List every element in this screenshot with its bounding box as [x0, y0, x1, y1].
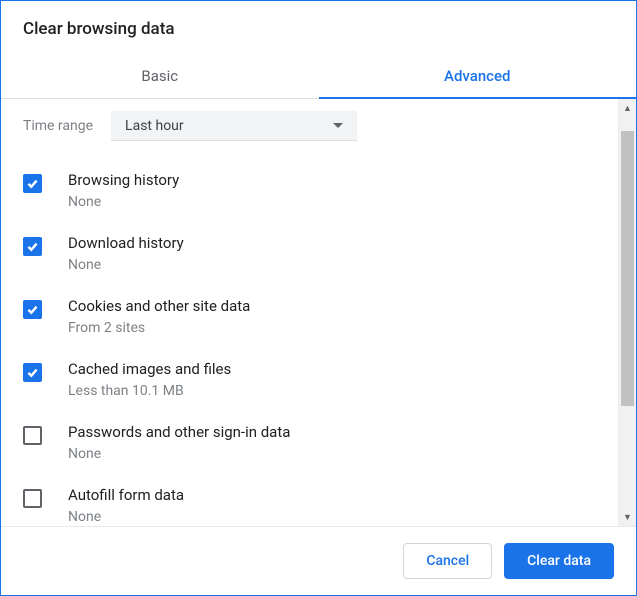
cancel-button-label: Cancel	[426, 553, 469, 569]
checkbox[interactable]	[23, 300, 42, 319]
list-item: Cached images and files Less than 10.1 MB	[23, 352, 618, 409]
item-sublabel: None	[68, 446, 290, 462]
item-texts: Browsing history None	[68, 171, 179, 210]
tab-advanced[interactable]: Advanced	[319, 55, 637, 98]
time-range-row: Time range Last hour	[23, 111, 618, 141]
data-type-list: Browsing history None Download history None…	[23, 163, 618, 526]
item-label: Browsing history	[68, 171, 179, 189]
tab-bar: Basic Advanced	[1, 55, 636, 99]
item-sublabel: None	[68, 194, 179, 210]
checkbox[interactable]	[23, 489, 42, 508]
item-texts: Cached images and files Less than 10.1 MB	[68, 360, 231, 399]
item-label: Passwords and other sign-in data	[68, 423, 290, 441]
dialog-header: Clear browsing data	[1, 1, 636, 55]
item-label: Download history	[68, 234, 184, 252]
item-sublabel: None	[68, 257, 184, 273]
clear-browsing-data-dialog: Clear browsing data Basic Advanced Time …	[0, 0, 637, 596]
list-item: Download history None	[23, 226, 618, 283]
time-range-select[interactable]: Last hour	[111, 111, 357, 141]
list-item: Passwords and other sign-in data None	[23, 415, 618, 472]
scroll-thumb[interactable]	[621, 131, 634, 406]
scroll-up-icon[interactable]: ▲	[619, 99, 636, 117]
clear-data-button-label: Clear data	[527, 553, 591, 569]
content-area: Time range Last hour Browsing history Non…	[1, 99, 618, 526]
item-sublabel: None	[68, 509, 184, 525]
checkbox[interactable]	[23, 174, 42, 193]
caret-down-icon	[333, 123, 343, 128]
list-item: Autofill form data None	[23, 478, 618, 526]
item-label: Cookies and other site data	[68, 297, 250, 315]
tab-basic[interactable]: Basic	[1, 55, 319, 98]
item-texts: Passwords and other sign-in data None	[68, 423, 290, 462]
cancel-button[interactable]: Cancel	[403, 543, 492, 579]
item-texts: Cookies and other site data From 2 sites	[68, 297, 250, 336]
time-range-value: Last hour	[125, 118, 184, 134]
clear-data-button[interactable]: Clear data	[504, 543, 614, 579]
time-range-label: Time range	[23, 118, 93, 134]
item-sublabel: From 2 sites	[68, 320, 250, 336]
checkbox[interactable]	[23, 237, 42, 256]
item-sublabel: Less than 10.1 MB	[68, 383, 231, 399]
dialog-body: Time range Last hour Browsing history Non…	[1, 99, 636, 527]
dialog-title: Clear browsing data	[23, 19, 614, 39]
checkbox[interactable]	[23, 363, 42, 382]
scrollbar[interactable]: ▲ ▼	[618, 99, 636, 526]
item-label: Cached images and files	[68, 360, 231, 378]
tab-basic-label: Basic	[141, 67, 178, 85]
checkbox[interactable]	[23, 426, 42, 445]
item-label: Autofill form data	[68, 486, 184, 504]
list-item: Cookies and other site data From 2 sites	[23, 289, 618, 346]
item-texts: Download history None	[68, 234, 184, 273]
scroll-down-icon[interactable]: ▼	[619, 508, 636, 526]
dialog-footer: Cancel Clear data	[1, 527, 636, 595]
item-texts: Autofill form data None	[68, 486, 184, 525]
tab-advanced-label: Advanced	[444, 67, 510, 85]
list-item: Browsing history None	[23, 163, 618, 220]
